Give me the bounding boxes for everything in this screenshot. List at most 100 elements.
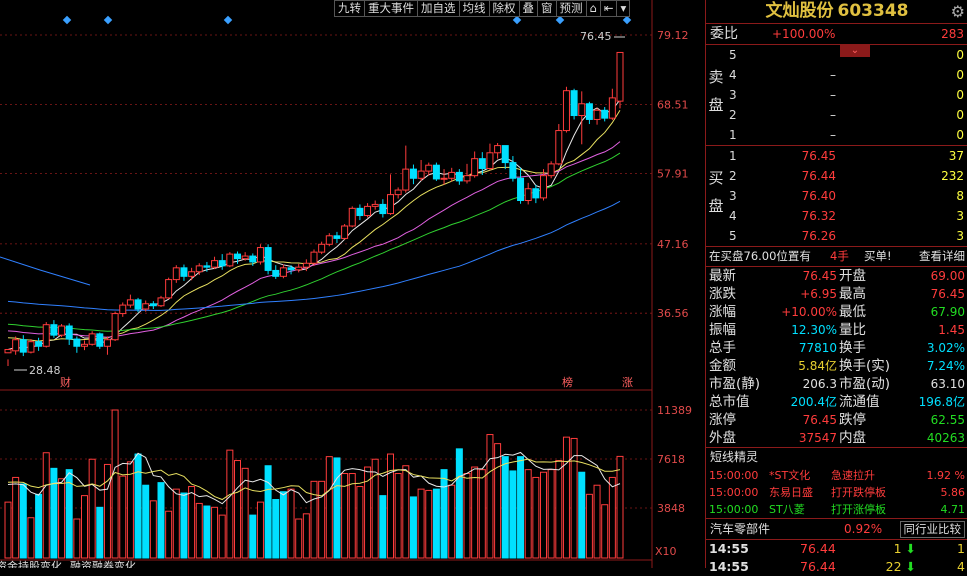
tick-time: 14:55 — [709, 541, 749, 556]
quote-label-left: 涨跌 — [709, 286, 736, 302]
quote-value-left: 76.45 — [802, 269, 837, 283]
sell-orders: 卖盘 ⌄ 5 0 4–0 3–0 2–0 1–0 — [706, 44, 967, 145]
toolbar-ma[interactable]: 均线 — [458, 0, 490, 17]
sector-name[interactable]: 汽车零部件 — [710, 519, 770, 539]
volume-bar — [195, 502, 203, 559]
order-volume: 8 — [956, 189, 964, 203]
toolbar-exright[interactable]: 除权 — [488, 0, 520, 17]
quote-value-right: 196.8亿 — [918, 395, 965, 409]
order-price: – — [830, 128, 836, 142]
event-diamond-icon[interactable] — [512, 15, 522, 25]
spirit-item[interactable]: 15:00:00 *ST文化 急速拉升 1.92 % — [706, 467, 967, 484]
toolbar-overlay[interactable]: 叠 — [518, 0, 538, 17]
volume-bar — [387, 453, 394, 559]
toolbar-lock-icon[interactable]: ⌂ — [585, 0, 601, 17]
tab-margin-change[interactable]: 融资融券变化 — [70, 559, 136, 568]
candle-body — [394, 189, 402, 196]
order-level: 3 — [729, 189, 737, 203]
gear-icon[interactable]: ⚙ — [951, 0, 965, 23]
event-marker[interactable]: 涨 — [622, 376, 633, 389]
quote-label-right: 市盈(动) — [839, 376, 891, 392]
sell-order-row[interactable]: 2 – 0 — [706, 105, 967, 125]
event-diamond-icon[interactable] — [103, 15, 113, 25]
toolbar-jiuzhuan[interactable]: 九转 — [334, 0, 365, 17]
toolbar-window[interactable]: 窗 — [537, 0, 557, 17]
candle-body — [272, 269, 280, 277]
event-diamond-icon[interactable] — [555, 15, 565, 25]
candle-body — [295, 266, 303, 271]
position-bar[interactable]: 在买盘76.00位置有 4手 买单! 查看详细 — [706, 246, 967, 266]
candle-body — [616, 51, 624, 102]
spirit-item[interactable]: 15:00:00 东易日盛 打开跌停板 5.86 — [706, 484, 967, 501]
buy-order-row[interactable]: 1 76.45 37 — [706, 146, 967, 166]
order-price: – — [830, 108, 836, 122]
toolbar-forecast[interactable]: 预测 — [555, 0, 587, 17]
sell-order-row[interactable]: 3 – 0 — [706, 85, 967, 105]
event-marker[interactable]: 榜 — [562, 375, 573, 389]
quote-label-right: 最低 — [839, 304, 866, 320]
volume-bar — [165, 510, 173, 559]
order-volume: 232 — [941, 169, 964, 183]
order-volume: 0 — [956, 68, 964, 82]
candle-body — [570, 90, 578, 117]
quote-value-left: +10.00% — [781, 305, 837, 319]
volume-bar — [570, 437, 578, 559]
ma30-line — [7, 152, 621, 332]
volume-unit-label: X10 — [655, 545, 677, 558]
tick-price: 76.44 — [800, 559, 836, 574]
volume-bar — [371, 458, 379, 559]
spirit-item[interactable]: 15:00:00 ST八菱 打开涨停板 4.71 — [706, 501, 967, 518]
ma10-line — [7, 110, 621, 342]
volume-bar — [264, 465, 272, 559]
compare-button[interactable]: 同行业比较 — [899, 521, 965, 538]
buy-order-row[interactable]: 4 76.32 3 — [706, 206, 967, 226]
buy-order-row[interactable]: 5 76.26 3 — [706, 226, 967, 246]
sell-order-row[interactable]: 4 – 0 — [706, 65, 967, 85]
buy-order-row[interactable]: 3 76.40 8 — [706, 186, 967, 206]
event-marker[interactable]: 财 — [60, 375, 71, 389]
toolbar-add-watchlist[interactable]: 加自选 — [417, 0, 460, 17]
sell-order-row[interactable]: 1 – 0 — [706, 125, 967, 145]
view-detail-link[interactable]: 查看详细 — [919, 247, 965, 266]
quote-value-left: 37547 — [798, 431, 837, 445]
candle-body — [287, 267, 295, 271]
candle-body — [142, 303, 150, 310]
quote-label-left: 外盘 — [709, 430, 736, 446]
buy-order-row[interactable]: 2 76.44 232 — [706, 166, 967, 186]
candle-body — [302, 262, 310, 268]
candle-body — [310, 251, 318, 264]
volume-bar — [188, 486, 196, 559]
tab-holding-change[interactable]: 资金持股变化 — [0, 559, 62, 568]
event-diamond-icon[interactable] — [62, 15, 72, 25]
toolbar-major-events[interactable]: 重大事件 — [364, 0, 418, 17]
toolbar-nav-icon[interactable]: ⇤ — [599, 0, 618, 17]
toolbar-dropdown-icon[interactable]: ▾ — [616, 0, 631, 17]
volume-bar — [119, 475, 127, 559]
price-axis-label: 79.12 — [657, 29, 689, 42]
volume-bar — [234, 460, 241, 559]
candle-body — [478, 158, 486, 169]
quote-label-left: 总市值 — [709, 394, 750, 410]
event-diamond-icon[interactable] — [622, 15, 632, 25]
volume-bar — [19, 483, 27, 559]
tick-volume-text: 22 — [885, 559, 902, 574]
quote-value-left: +6.95 — [800, 287, 837, 301]
quote-label-right: 内盘 — [839, 430, 866, 446]
spirit-header[interactable]: 短线精灵 — [706, 447, 967, 467]
sell-order-row[interactable]: 50 — [706, 45, 967, 65]
candle-body — [256, 247, 264, 263]
candle-body — [134, 299, 142, 310]
volume-bar — [325, 456, 333, 559]
quote-value-left: 5.84亿 — [798, 359, 837, 373]
ma5-line — [7, 99, 621, 351]
order-volume: 0 — [956, 88, 964, 102]
kline-chart[interactable]: 79.12 68.51 57.91 47.16 36.56 11389 7618 3848 X1… — [0, 0, 705, 568]
event-diamond-icon[interactable] — [223, 15, 233, 25]
candle-body — [96, 333, 104, 347]
spirit-time: 15:00:00 — [709, 486, 759, 499]
candle-body — [226, 253, 234, 267]
candle-body — [547, 163, 555, 177]
order-price: 76.45 — [801, 149, 836, 163]
quote-value-right: 7.24% — [926, 359, 965, 373]
candle-body — [425, 164, 433, 172]
